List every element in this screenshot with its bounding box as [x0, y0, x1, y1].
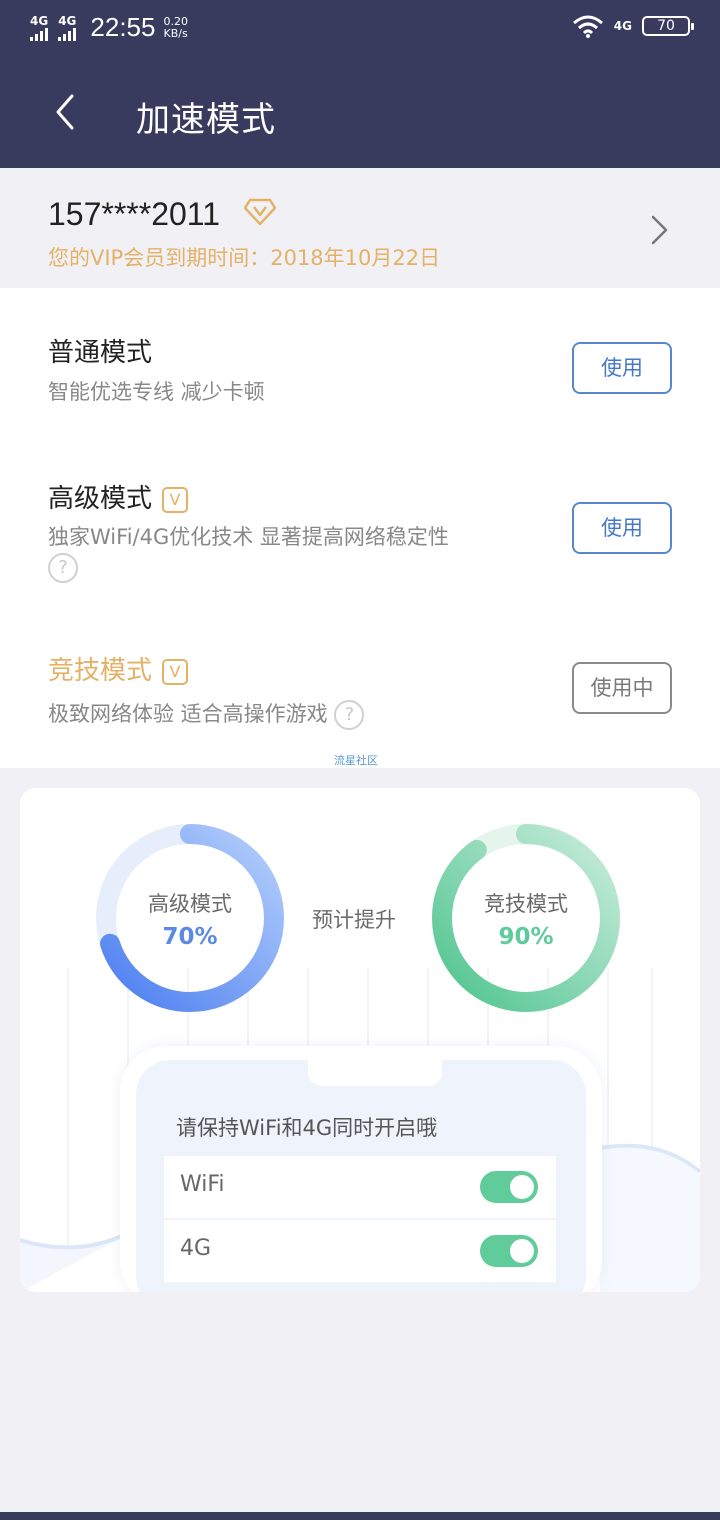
- network-speed-unit: KB/s: [163, 26, 188, 40]
- competitive-ring-label: 竞技模式 90%: [428, 888, 624, 950]
- sim1-network-label: 4G: [30, 13, 49, 28]
- phone-screen: 请保持WiFi和4G同时开启哦 WiFi 4G: [136, 1060, 586, 1292]
- page-title: 加速模式: [136, 100, 276, 140]
- battery-level: 70: [657, 18, 675, 34]
- wifi-toggle-row: WiFi: [164, 1156, 556, 1218]
- vip-badge-icon: V: [162, 486, 189, 513]
- competitive-ring-name: 竞技模式: [484, 892, 568, 916]
- mode-competitive-desc: 极致网络体验 适合高操作游戏: [48, 702, 328, 726]
- wifi-toggle-switch[interactable]: [480, 1171, 538, 1203]
- mobile-data-icon: 4G: [613, 19, 632, 33]
- mode-normal-use-button[interactable]: 使用: [572, 342, 672, 394]
- help-question-icon[interactable]: ?: [334, 700, 365, 730]
- mode-normal-desc: 智能优选专线 减少卡顿: [48, 380, 265, 404]
- mode-normal-title: 普通模式: [48, 338, 153, 368]
- chevron-left-icon: [56, 94, 74, 130]
- mode-advanced-desc-row: 独家WiFi/4G优化技术 显著提高网络稳定性 ?: [48, 522, 518, 583]
- battery-icon: 70: [642, 16, 694, 36]
- advanced-ring-label: 高级模式 70%: [92, 888, 288, 950]
- mode-advanced-title-row: 高级模式 V: [48, 478, 189, 515]
- vip-expire-text: 您的VIP会员到期时间：2018年10月22日: [48, 246, 441, 270]
- network-speed-value: 0.20: [163, 14, 188, 28]
- mode-competitive-title-row: 竞技模式 V: [48, 650, 189, 687]
- sim1-signal-icon: 4G: [30, 15, 48, 41]
- chevron-right-icon: [651, 215, 668, 245]
- bottom-nav-strip: [0, 1512, 720, 1520]
- phone-illustration: 请保持WiFi和4G同时开启哦 WiFi 4G: [120, 1046, 602, 1292]
- status-time: 22:55: [90, 12, 156, 42]
- advanced-ring-name: 高级模式: [148, 892, 232, 916]
- boost-card: 高级模式 70% 预计提升 竞技模式 90% 请保持WiFi和4G同时开启哦 W…: [20, 788, 700, 1292]
- mode-competitive-in-use-button[interactable]: 使用中: [572, 662, 672, 714]
- vip-badge-icon: V: [162, 658, 189, 685]
- mode-advanced-title: 高级模式: [48, 484, 153, 514]
- help-question-icon[interactable]: ?: [48, 553, 78, 583]
- wifi-toggle-label: WiFi: [180, 1172, 225, 1197]
- phone-notch: [308, 1060, 442, 1086]
- sim2-network-label: 4G: [58, 13, 77, 28]
- competitive-ring-value: 90%: [498, 924, 554, 950]
- back-button[interactable]: [40, 82, 90, 142]
- wifi-icon: [572, 15, 603, 38]
- watermark-text: 流星社区: [334, 754, 378, 767]
- keep-both-on-tip: 请保持WiFi和4G同时开启哦: [176, 1116, 438, 1140]
- mode-list: 普通模式 智能优选专线 减少卡顿 使用 高级模式 V 独家WiFi/4G优化技术 …: [0, 288, 720, 768]
- account-phone: 157****2011: [48, 196, 221, 232]
- status-bar: 4G 4G 22:55 0.20 KB/s 4G 70: [0, 0, 720, 60]
- vip-diamond-icon: [244, 198, 276, 226]
- mode-competitive-title: 竞技模式: [48, 656, 153, 686]
- app-header: 加速模式: [0, 60, 720, 168]
- mode-advanced-use-button[interactable]: 使用: [572, 502, 672, 554]
- 4g-toggle-row: 4G: [164, 1220, 556, 1282]
- 4g-toggle-switch[interactable]: [480, 1235, 538, 1267]
- advanced-ring-value: 70%: [162, 924, 218, 950]
- 4g-toggle-label: 4G: [180, 1236, 212, 1261]
- mode-competitive-desc-row: 极致网络体验 适合高操作游戏 ?: [48, 698, 365, 730]
- sim2-signal-icon: 4G: [58, 15, 76, 41]
- account-row[interactable]: 157****2011 您的VIP会员到期时间：2018年10月22日: [0, 168, 720, 288]
- predict-label: 预计提升: [312, 908, 396, 932]
- mode-advanced-desc: 独家WiFi/4G优化技术 显著提高网络稳定性: [48, 525, 449, 549]
- network-speed: 0.20 KB/s: [163, 14, 188, 40]
